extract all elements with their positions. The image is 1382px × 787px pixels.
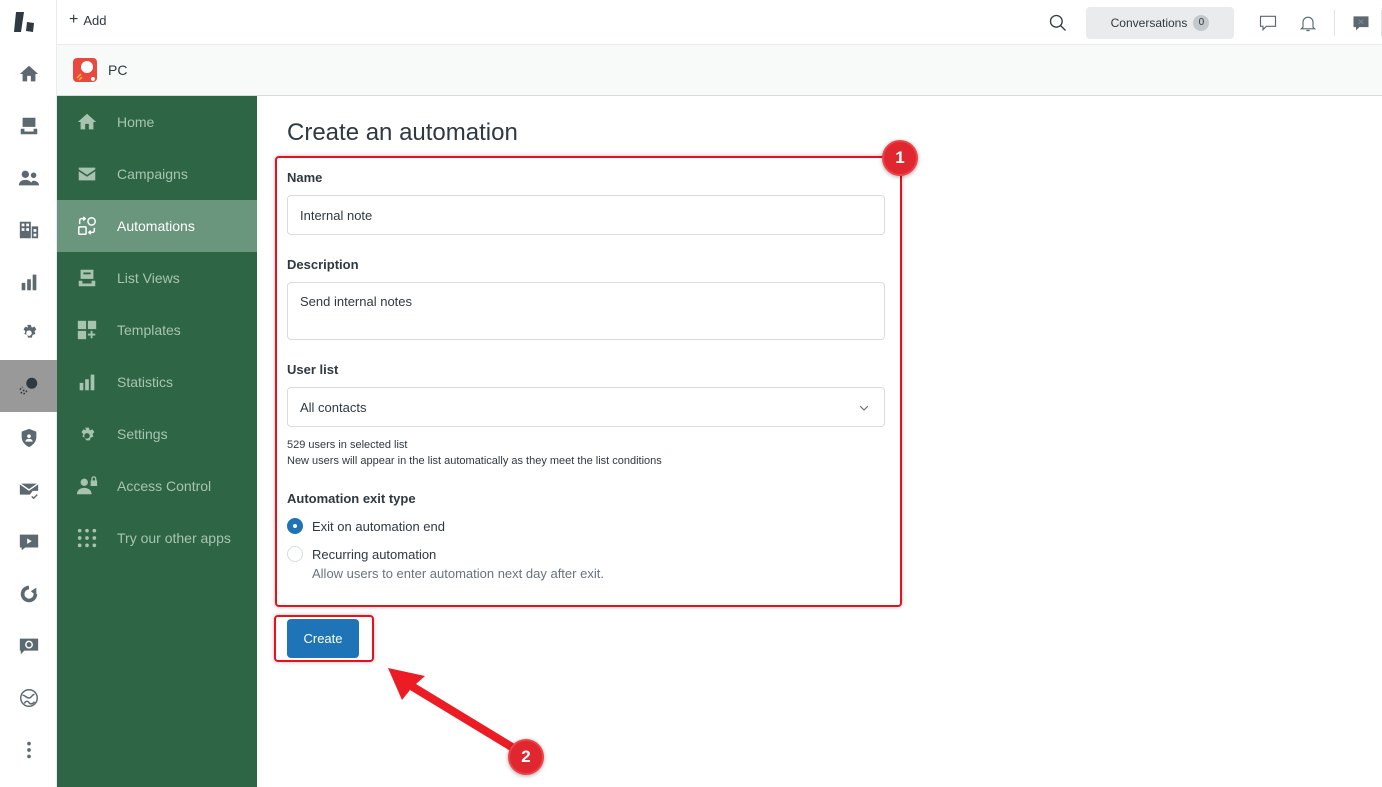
annotation-step-2: 2	[508, 739, 544, 775]
customers-icon	[18, 170, 39, 186]
nav-label: Access Control	[117, 478, 212, 494]
nav-label: Home	[117, 114, 155, 130]
shield-icon	[21, 428, 36, 448]
nav-item-other-apps[interactable]: Try our other apps	[57, 512, 257, 564]
chat-status-button[interactable]	[1341, 3, 1381, 43]
nav-item-home[interactable]: Home	[57, 96, 257, 148]
admin-icon	[23, 324, 36, 338]
mail-check-icon	[18, 483, 39, 500]
nav-item-access-control[interactable]: Access Control	[57, 460, 257, 512]
templates-icon	[77, 320, 97, 340]
nav-item-list-views[interactable]: List Views	[57, 252, 257, 304]
mail-icon	[78, 167, 96, 181]
reporting-icon	[21, 274, 36, 291]
zendesk-logo[interactable]	[14, 10, 42, 34]
nav-item-campaigns[interactable]: Campaigns	[57, 148, 257, 200]
rail-proactive-campaigns[interactable]	[0, 360, 57, 412]
page-title: Create an automation	[287, 119, 518, 146]
app-logo-icon	[73, 58, 97, 82]
plus-icon: +	[69, 11, 79, 28]
more-icon	[26, 741, 31, 759]
app-header: PC	[57, 45, 1382, 96]
chat-icon	[1259, 15, 1277, 31]
divider	[1334, 9, 1335, 36]
nav-label: Templates	[117, 322, 181, 338]
globe-icon	[19, 689, 38, 707]
add-label: Add	[83, 12, 107, 28]
automation-icon	[78, 216, 96, 235]
add-button[interactable]: + Add	[69, 12, 106, 28]
annotation-highlight-form	[275, 156, 902, 607]
rail-home[interactable]	[0, 48, 57, 100]
rail-views[interactable]	[0, 100, 57, 152]
nav-item-statistics[interactable]: Statistics	[57, 356, 257, 408]
grid-icon	[77, 528, 97, 548]
chat-button[interactable]	[1248, 3, 1288, 43]
side-nav: Home Campaigns Automations List Views Te…	[57, 96, 257, 787]
rail-reporting[interactable]	[0, 256, 57, 308]
rail-security[interactable]	[0, 412, 57, 464]
user-lock-icon	[76, 476, 98, 495]
nav-item-settings[interactable]: Settings	[57, 408, 257, 460]
annotation-step-1: 1	[882, 140, 918, 176]
rail-customers[interactable]	[0, 152, 57, 204]
organizations-icon	[19, 221, 38, 239]
proactive-campaigns-icon	[18, 377, 37, 395]
search-icon	[1049, 14, 1066, 31]
video-icon	[19, 534, 38, 551]
search-button[interactable]	[1038, 3, 1078, 43]
nav-item-templates[interactable]: Templates	[57, 304, 257, 356]
bell-icon	[1299, 16, 1317, 31]
chat-offline-icon	[1353, 15, 1369, 30]
nav-item-automations[interactable]: Automations	[57, 200, 257, 252]
annotation-highlight-create	[274, 615, 374, 662]
home-icon	[19, 65, 38, 82]
rail-organizations[interactable]	[0, 204, 57, 256]
chat-sync-icon	[19, 638, 38, 655]
nav-label: List Views	[117, 270, 180, 286]
rail-chat[interactable]	[0, 620, 57, 672]
rail-admin[interactable]	[0, 308, 57, 360]
bar-chart-icon	[79, 374, 95, 391]
rail-mail[interactable]	[0, 464, 57, 516]
nav-label: Campaigns	[117, 166, 188, 182]
rail-chart[interactable]	[0, 568, 57, 620]
nav-label: Settings	[117, 426, 168, 442]
rail-video[interactable]	[0, 516, 57, 568]
rail-more[interactable]	[0, 724, 57, 776]
nav-label: Statistics	[117, 374, 174, 390]
gear-icon	[81, 427, 95, 441]
conversations-button[interactable]: Conversations 0	[1086, 6, 1234, 39]
app-title: PC	[108, 62, 128, 78]
nav-label: Automations	[117, 218, 195, 234]
views-icon	[20, 117, 37, 135]
chart-icon	[20, 585, 37, 603]
conversations-count-badge: 0	[1193, 14, 1210, 31]
nav-label: Try our other apps	[117, 530, 231, 546]
product-rail	[0, 0, 57, 787]
list-views-icon	[78, 269, 96, 287]
top-bar: + Add Conversations 0	[57, 0, 1382, 45]
conversations-label: Conversations	[1110, 15, 1188, 30]
notifications-button[interactable]	[1288, 3, 1328, 43]
home-icon	[77, 113, 97, 130]
rail-globe[interactable]	[0, 672, 57, 724]
